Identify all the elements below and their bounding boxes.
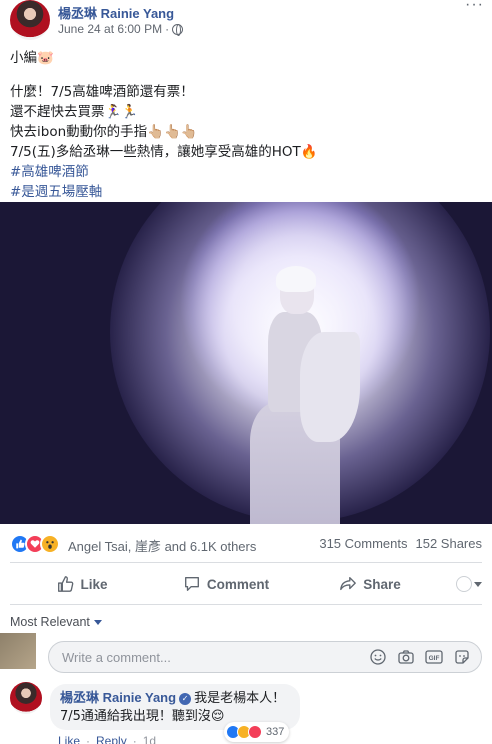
share-label: Share [363,576,401,592]
svg-text:GIF: GIF [429,655,440,662]
comments-count[interactable]: 315 Comments [319,536,407,551]
comment-author-name[interactable]: 楊丞琳 Rainie Yang [60,690,176,705]
chevron-down-icon [93,619,102,625]
post-text-line: 小編🐷 [10,50,54,66]
love-reaction-icon [248,725,262,739]
divider [10,562,482,563]
audience-selector[interactable] [442,576,482,592]
share-arrow-icon [340,577,357,591]
like-button[interactable]: Like [10,568,154,600]
comment-sort-selector[interactable]: Most Relevant [10,615,102,629]
action-bar: Like Comment Share [10,566,482,602]
shares-count[interactable]: 152 Shares [416,536,483,551]
comment-actions: Like · Reply · 1d [58,734,156,744]
camera-icon[interactable] [397,648,415,666]
comment-button[interactable]: Comment [154,568,298,600]
emoji-icon[interactable] [369,648,387,666]
separator: · [132,734,137,744]
verified-badge-icon: ✓ [179,692,192,705]
audience-avatar-icon [456,576,472,592]
current-user-avatar [0,633,36,669]
comment-author-avatar[interactable] [10,682,42,714]
author-name[interactable]: 楊丞琳 Rainie Yang [58,3,174,22]
reaction-icons[interactable] [10,534,60,554]
sort-label: Most Relevant [10,615,90,629]
post-text-line: 什麼！7/5高雄啤酒節還有票！ [10,84,194,100]
thumbs-up-icon [58,576,74,592]
divider [10,604,482,605]
comment-input[interactable]: Write a comment... GIF [48,641,482,673]
separator: · [86,734,91,744]
post-text-line: 快去ibon動動你的手指👆🏼👆🏼👆🏼 [10,124,198,140]
meta-separator: · [165,22,170,36]
comment-time[interactable]: 1d [143,734,156,744]
post-text: 小編🐷 什麼！7/5高雄啤酒節還有票！ 還不趕快去買票🏃‍♀️🏃 快去ibon動… [10,48,482,202]
gif-icon[interactable]: GIF [425,648,443,666]
share-button[interactable]: Share [298,568,442,600]
post-header: 楊丞琳 Rainie Yang June 24 at 6:00 PM · ··· [0,0,492,40]
hashtag-link[interactable]: #是週五場壓軸 [10,182,482,202]
more-options-icon[interactable]: ··· [465,0,484,14]
chevron-down-icon [474,581,482,587]
post-date[interactable]: June 24 at 6:00 PM [58,22,162,36]
comment-reaction-count: 337 [266,726,285,738]
post-text-line: 還不趕快去買票🏃‍♀️🏃 [10,104,139,120]
globe-icon [172,23,184,36]
comment-reactions[interactable]: 337 [224,722,290,742]
author-avatar[interactable] [10,0,50,40]
like-label: Like [80,576,108,592]
sticker-icon[interactable] [453,648,471,666]
comment-placeholder: Write a comment... [62,650,171,665]
reaction-stats: 315 Comments 152 Shares [319,536,482,551]
reaction-names[interactable]: Angel Tsai, 崖彥 and 6.1K others [68,536,256,555]
hashtag-link[interactable]: #高雄啤酒節 [10,162,482,182]
comment-label: Comment [206,576,270,592]
post-text-line: 7/5(五)多給丞琳一些熱情，讓她享受高雄的HOT🔥 [10,144,318,160]
comment-reply-link[interactable]: Reply [96,734,127,744]
post-meta: June 24 at 6:00 PM · [58,22,184,36]
comment-tools: GIF [369,648,471,666]
comment-bubble-icon [184,577,199,591]
comment-like-link[interactable]: Like [58,734,80,744]
performer-figure [240,266,360,524]
reactions-bar: Angel Tsai, 崖彥 and 6.1K others 315 Comme… [10,532,482,556]
wow-reaction-icon [40,534,60,554]
post-photo[interactable] [0,202,492,524]
